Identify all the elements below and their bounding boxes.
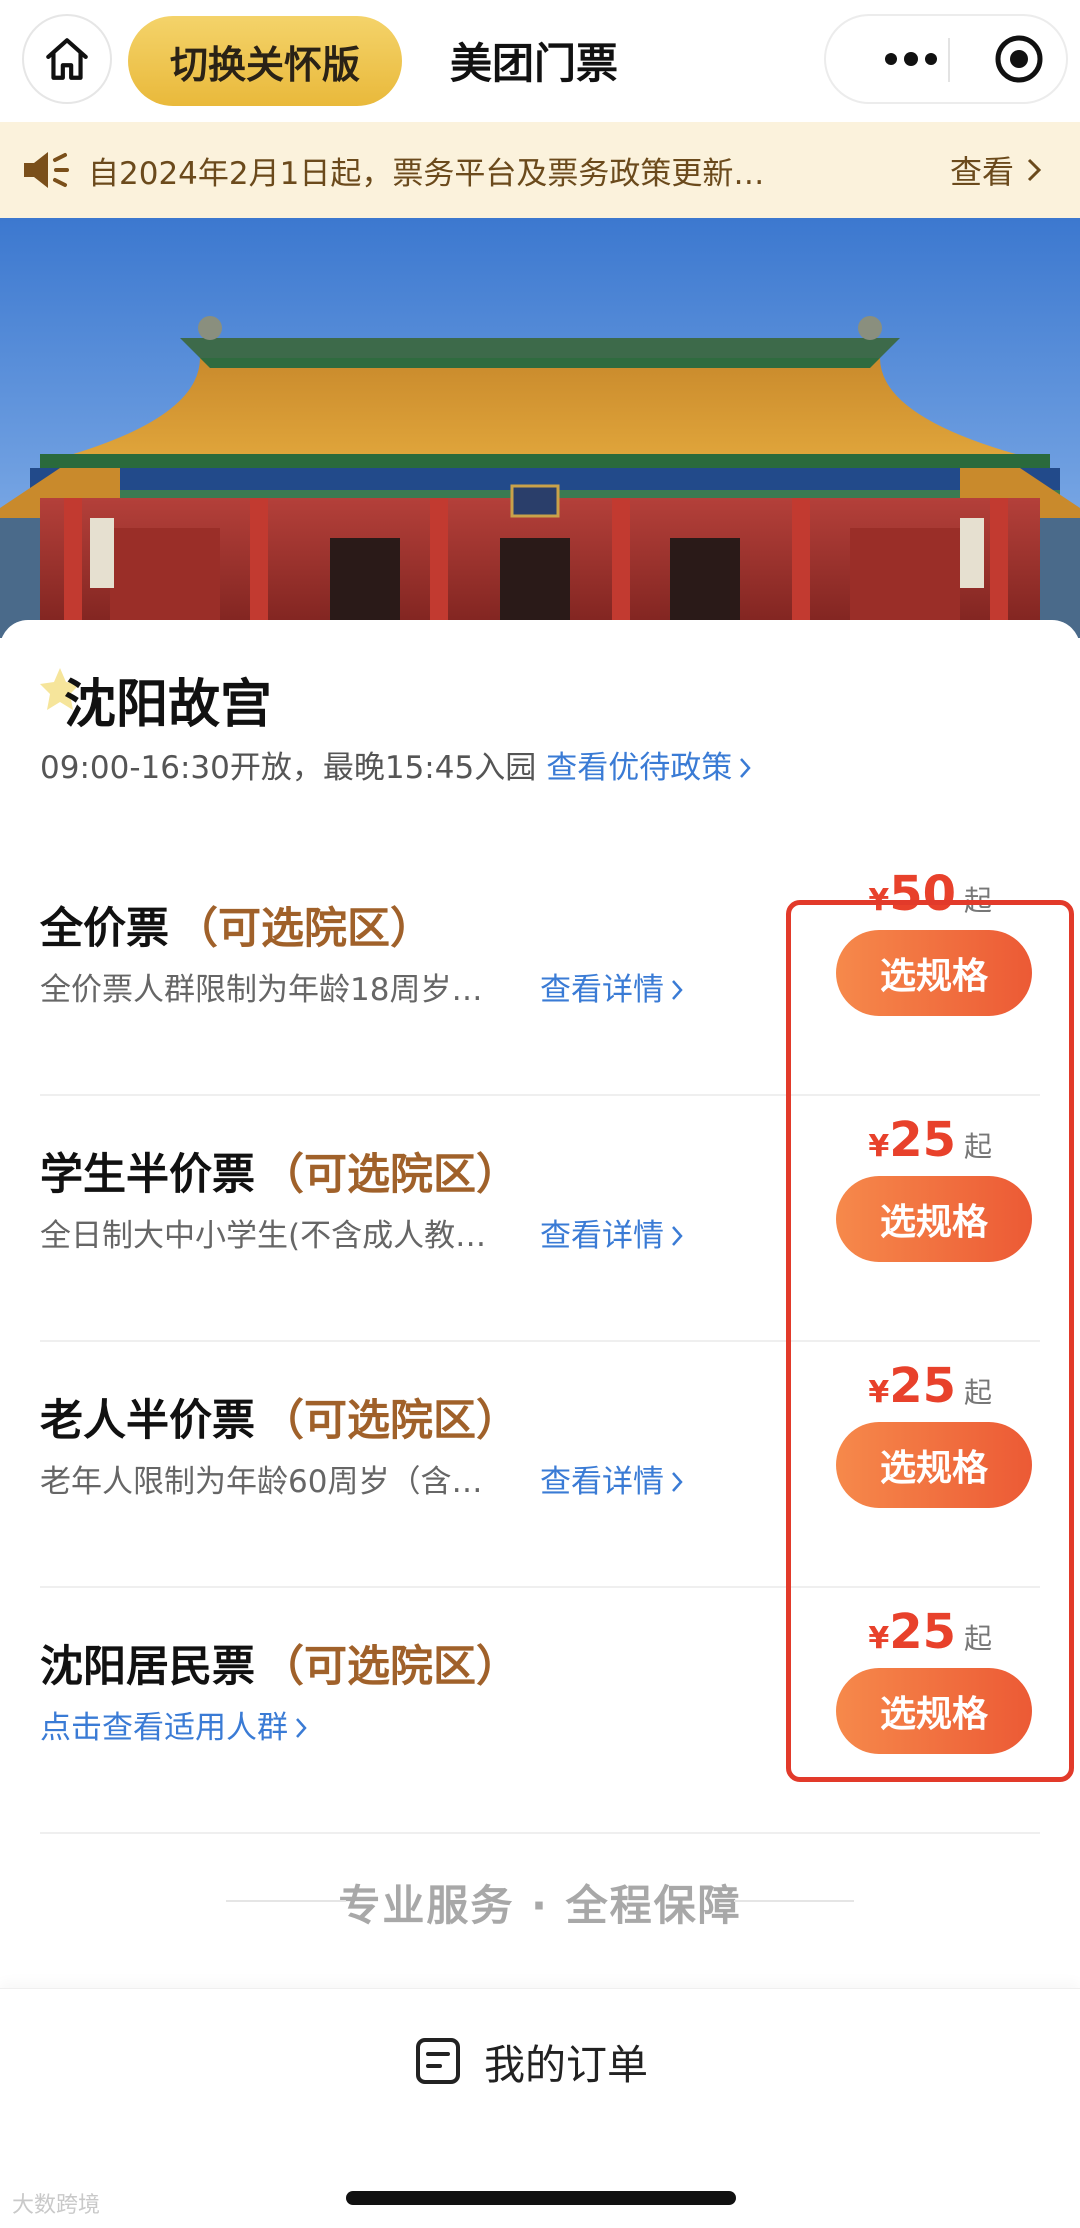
capsule-divider	[948, 38, 950, 82]
discount-policy-label: 查看优待政策	[546, 750, 733, 786]
applicable-people-link[interactable]: 点击查看适用人群	[40, 1702, 310, 1747]
opening-hours: 09:00-16:30开放，最晚15:45入园 查看优待政策	[40, 742, 754, 787]
ticket-detail-link[interactable]: 查看详情	[540, 1210, 686, 1255]
page-title: 美团门票	[450, 39, 619, 88]
chevron-right-icon	[296, 1718, 307, 1738]
ticket-tag: （可选院区）	[175, 904, 433, 954]
my-orders-button[interactable]: 我的订单	[414, 2031, 648, 2091]
ticket-description: 老年人限制为年龄60周岁（含…	[40, 1464, 483, 1500]
notice-text: 自2024年2月1日起，票务平台及票务政策更新…	[88, 155, 765, 192]
service-slogan-text: 专业服务 · 全程保障	[338, 1881, 742, 1930]
scenic-name: 沈阳故宫	[40, 662, 272, 737]
notice-bar[interactable]: 自2024年2月1日起，票务平台及票务政策更新… 查看	[0, 122, 1080, 218]
discount-policy-link[interactable]: 查看优待政策	[546, 750, 754, 786]
divider	[226, 1900, 346, 1902]
opening-hours-text: 09:00-16:30开放，最晚15:45入园	[40, 750, 537, 786]
ticket-description: 全价票人群限制为年龄18周岁…	[40, 972, 483, 1008]
ticket-name: 老人半价票	[40, 1396, 255, 1446]
ticket-detail-label: 查看详情	[540, 1218, 664, 1254]
notice-view-link[interactable]: 查看	[950, 122, 1046, 218]
chevron-right-icon	[672, 980, 683, 1000]
ticket-detail-label: 查看详情	[540, 1464, 664, 1500]
mini-program-capsule	[824, 14, 1068, 104]
chevron-right-icon	[1027, 158, 1042, 182]
ticket-title: 学生半价票 （可选院区）	[40, 1140, 519, 1202]
ticket-title: 沈阳居民票 （可选院区）	[40, 1632, 519, 1694]
ticket-name: 学生半价票	[40, 1150, 255, 1200]
chevron-right-icon	[740, 758, 751, 778]
ticket-description: 全日制大中小学生(不含成人教…	[40, 1218, 487, 1254]
divider	[40, 1832, 1040, 1834]
notice-view-label: 查看	[949, 153, 1014, 191]
my-orders-label: 我的订单	[484, 2041, 648, 2089]
ticket-detail-link[interactable]: 查看详情	[540, 1456, 686, 1501]
ticket-title: 老人半价票 （可选院区）	[40, 1386, 519, 1448]
highlight-annotation-box	[786, 900, 1074, 1782]
scenic-name-text: 沈阳故宫	[64, 675, 273, 735]
target-icon	[995, 35, 1043, 83]
divider	[734, 1900, 854, 1902]
ticket-name: 沈阳居民票	[40, 1642, 255, 1692]
applicable-people-label: 点击查看适用人群	[40, 1710, 288, 1746]
home-icon	[46, 38, 88, 80]
ticket-tag: （可选院区）	[261, 1642, 519, 1692]
more-dots-icon	[885, 52, 937, 66]
scenic-photo	[0, 218, 1080, 638]
home-button[interactable]	[22, 14, 112, 104]
home-indicator[interactable]	[346, 2191, 736, 2205]
chevron-right-icon	[672, 1226, 683, 1246]
ticket-tag: （可选院区）	[261, 1396, 519, 1446]
top-bar: 切换关怀版 美团门票	[0, 0, 1080, 122]
chevron-right-icon	[672, 1472, 683, 1492]
bottom-bar: 我的订单 大数跨境	[0, 1988, 1080, 2228]
care-mode-button[interactable]: 切换关怀版	[128, 16, 402, 106]
order-list-icon	[416, 2038, 460, 2084]
ticket-detail-link[interactable]: 查看详情	[540, 964, 686, 1009]
watermark: 大数跨境	[12, 2193, 101, 2218]
ticket-tag: （可选院区）	[261, 1150, 519, 1200]
ticket-name: 全价票	[40, 904, 169, 954]
speaker-icon	[24, 152, 69, 188]
service-slogan: 专业服务 · 全程保障	[0, 1872, 1080, 1933]
close-mini-program-button[interactable]	[976, 16, 1062, 102]
ticket-title: 全价票 （可选院区）	[40, 894, 433, 956]
ticket-detail-label: 查看详情	[540, 972, 664, 1008]
